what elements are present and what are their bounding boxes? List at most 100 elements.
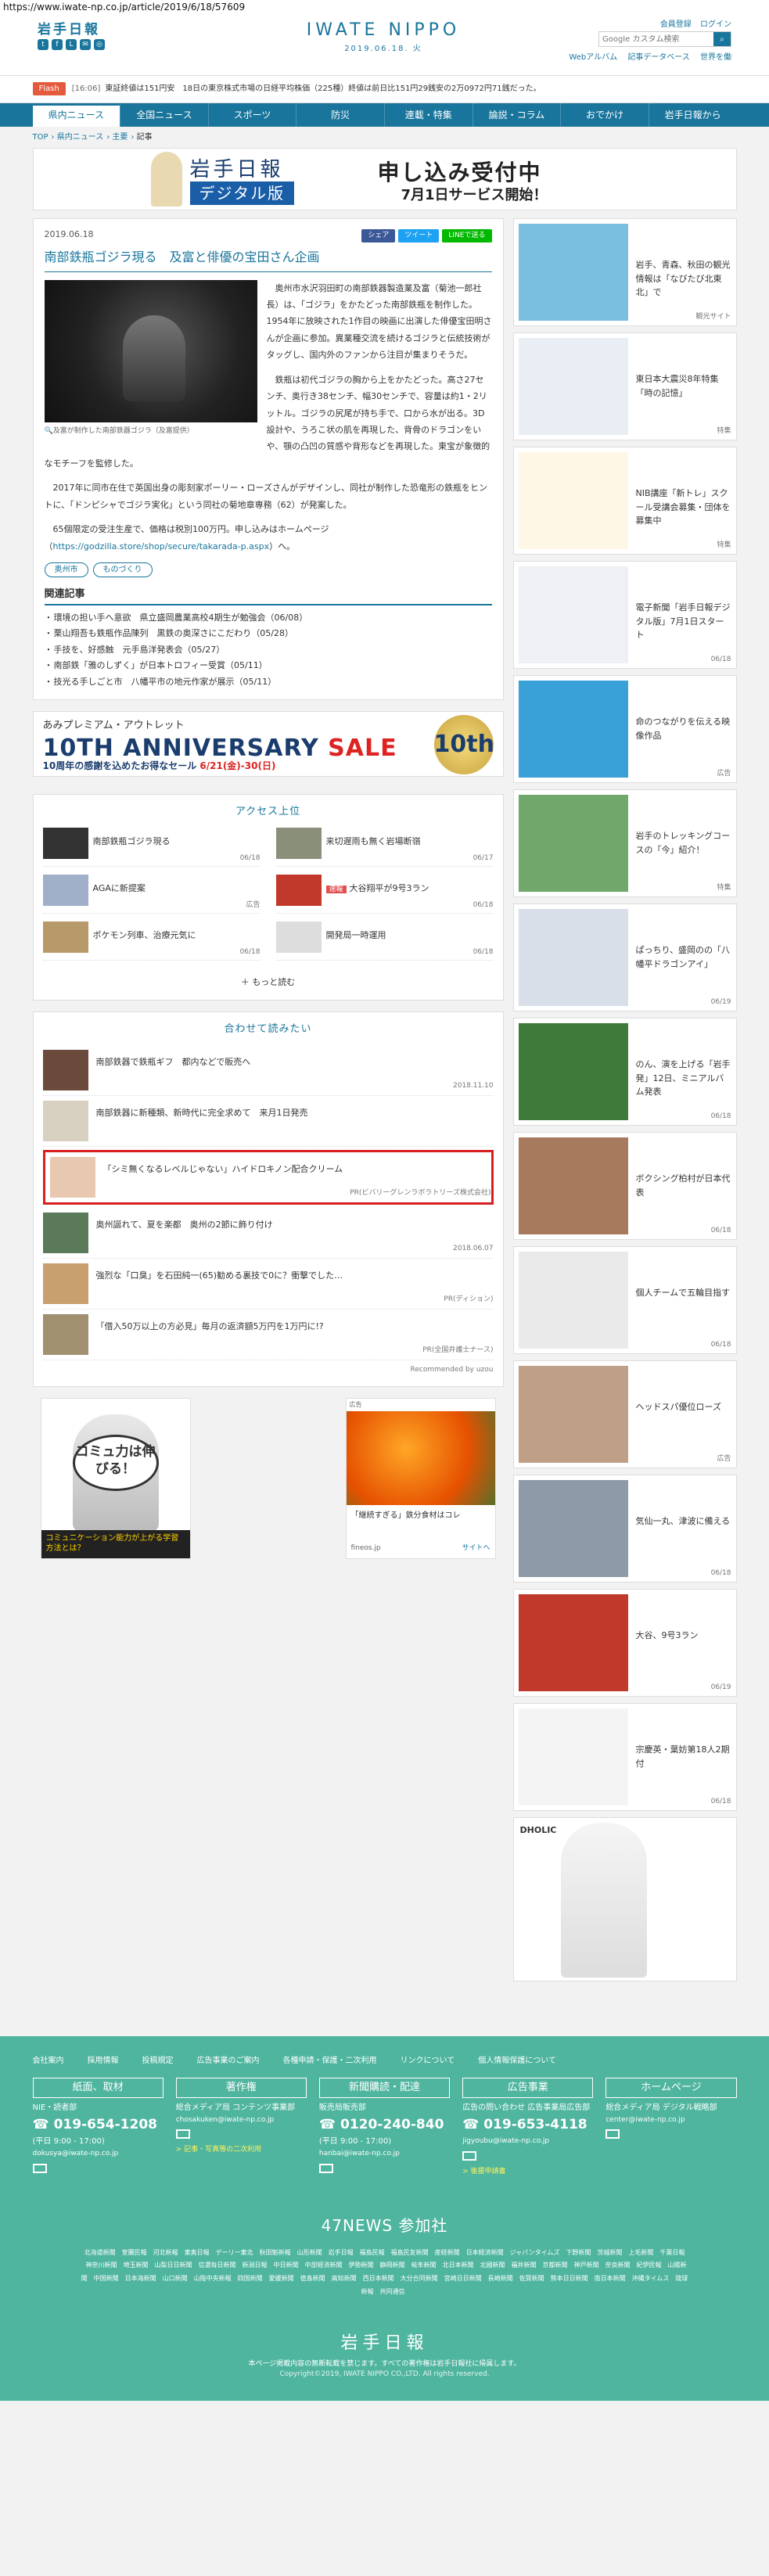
envelope-icon[interactable]	[32, 2163, 47, 2173]
news47-member[interactable]: 中国新聞	[94, 2275, 119, 2282]
food-ad[interactable]: 広告 「継続すぎる」鉄分食材はコレ fineos.jp サイトへ	[345, 1398, 496, 1560]
sidebar-item[interactable]: ぱっちり、盛岡のの「八幡平ドラゴンアイ」 06/19	[512, 904, 737, 1011]
sidebar-item[interactable]: 宗慶英・葉妨第18人2期付 06/18	[512, 1703, 737, 1811]
news47-member[interactable]: 佐賀新聞	[519, 2275, 544, 2282]
sidebar-item[interactable]: 電子新聞「岩手日報デジタル版」7月1日スタート 06/18	[512, 561, 737, 669]
footer-link[interactable]: 個人情報保護について	[478, 2055, 556, 2067]
fashion-ad[interactable]: DHOLIC	[512, 1817, 737, 1981]
news47-member[interactable]: 宮崎日日新聞	[444, 2275, 482, 2282]
flash-text[interactable]: 東証終値は151円安 18日の東京株式市場の日経平均株価（225種）終値は前日比…	[105, 83, 541, 95]
mail-icon[interactable]: ✉	[80, 39, 91, 50]
news47-member[interactable]: 東奥日報	[185, 2249, 210, 2256]
news47-member[interactable]: 産経新聞	[435, 2249, 460, 2256]
news47-member[interactable]: 山梨日日新聞	[155, 2262, 192, 2269]
news47-member[interactable]: 岐阜新聞	[411, 2262, 437, 2269]
footer-mail[interactable]: center@iwate-np.co.jp	[605, 2115, 736, 2126]
envelope-icon[interactable]	[318, 2163, 333, 2173]
access-item[interactable]: 開発局一時運用 06/18	[275, 921, 494, 961]
related-item[interactable]: 南部鉄「雅のしずく」が日本トロフィー受賞（05/11）	[45, 658, 492, 674]
news47-member[interactable]: 福島民報	[360, 2249, 385, 2256]
news47-member[interactable]: 日本経済新聞	[466, 2249, 504, 2256]
footer-tel[interactable]: ☎ 019-653-4118	[462, 2115, 593, 2136]
sidebar-item[interactable]: ヘッドスパ優位ローズ 広告	[512, 1360, 737, 1468]
news47-member[interactable]: 共同通信	[380, 2288, 405, 2295]
nav-item-column[interactable]: 論説・コラム	[473, 103, 562, 127]
more-button[interactable]: ＋ もっと読む	[34, 973, 503, 1001]
footer-link[interactable]: 採用情報	[88, 2055, 119, 2067]
news47-member[interactable]: 千葉日報	[659, 2249, 685, 2256]
footer-mail[interactable]: hanbai@iwate-np.co.jp	[319, 2149, 450, 2160]
sidebar-item[interactable]: 岩手、青森、秋田の観光情報は「なびたび北東北」で 観光サイト	[512, 218, 737, 326]
sidebar-item[interactable]: 個人チームで五輪目指す 06/18	[512, 1246, 737, 1354]
related-item[interactable]: 技光る手しごと市 八幡平市の地元作家が展示（05/11）	[45, 674, 492, 691]
footer-link[interactable]: 投稿規定	[142, 2055, 174, 2067]
news47-member[interactable]: 高知新聞	[332, 2275, 357, 2282]
reco-item[interactable]: 奥州誕れて、夏を楽都 奥州の2節に飾り付け 2018.06.07	[42, 1208, 494, 1259]
news47-member[interactable]: 茨城新聞	[597, 2249, 622, 2256]
nav-item-from-nippo[interactable]: 岩手日報から	[649, 103, 737, 127]
envelope-icon[interactable]	[605, 2129, 620, 2139]
news47-member[interactable]: 岩手日報	[329, 2249, 354, 2256]
related-item[interactable]: 手技を、好感触 元手島洋発表会（05/27）	[45, 642, 492, 659]
news47-member[interactable]: 山口新聞	[163, 2275, 188, 2282]
footer-mail[interactable]: chosakuken@iwate-np.co.jp	[176, 2115, 307, 2126]
news47-member[interactable]: 上毛新聞	[628, 2249, 653, 2256]
twitter-icon[interactable]: t	[38, 39, 49, 50]
nav-item-outing[interactable]: おでかけ	[561, 103, 649, 127]
facebook-share-button[interactable]: シェア	[361, 228, 396, 243]
related-item[interactable]: 環境の担い手へ意欲 県立盛岡農業高校4期生が勉強会（06/08）	[45, 610, 492, 627]
reco-item[interactable]: 強烈な「口臭」を石田純一(65)勧める裏技で0に？衝撃でした… PR(ディション…	[42, 1259, 494, 1310]
tag-oshu[interactable]: 奥州市	[44, 562, 88, 578]
line-share-button[interactable]: LINEで送る	[442, 228, 492, 243]
news47-member[interactable]: 中部経済新聞	[305, 2262, 343, 2269]
news47-member[interactable]: 山陰中央新報	[194, 2275, 232, 2282]
envelope-icon[interactable]	[462, 2150, 477, 2161]
news47-member[interactable]: 四国新聞	[238, 2275, 263, 2282]
sidebar-item[interactable]: 岩手のトレッキングコースの「今」紹介！ 特集	[512, 789, 737, 897]
footer-note-link[interactable]: > 後援申請書	[462, 2167, 593, 2178]
access-item[interactable]: 南部鉄瓶ゴジラ現る 06/18	[42, 827, 261, 867]
news47-member[interactable]: 中日新聞	[274, 2262, 299, 2269]
footer-tel[interactable]: ☎ 019-654-1208	[33, 2115, 164, 2136]
news47-member[interactable]: 神奈川新聞	[86, 2262, 117, 2269]
order-site-link[interactable]: https://godzilla.store/shop/secure/takar…	[53, 541, 270, 551]
envelope-icon[interactable]	[175, 2129, 190, 2139]
digital-edition-banner[interactable]: 岩手日報 デジタル版 申し込み受付中 7月1日サービス開始！	[32, 148, 737, 210]
news47-member[interactable]: 下野新聞	[566, 2249, 591, 2256]
nav-item-series[interactable]: 連載・特集	[385, 103, 473, 127]
sidebar-item[interactable]: 気仙一丸、津波に備える 06/18	[512, 1475, 737, 1583]
news47-member[interactable]: 徳島新聞	[300, 2275, 325, 2282]
breadcrumb-top[interactable]: TOP	[33, 133, 49, 142]
header-link-db[interactable]: 記事データベース	[627, 53, 690, 62]
news47-member[interactable]: 秋田魁新報	[260, 2249, 291, 2256]
site-logo[interactable]: 岩手日報	[38, 20, 100, 41]
footer-link[interactable]: 広告事業のご案内	[197, 2055, 260, 2067]
reco-item[interactable]: 南部鉄器で鉄瓶ギフ 都内などで販売へ 2018.11.10	[42, 1045, 494, 1096]
news47-member[interactable]: 京都新聞	[543, 2262, 568, 2269]
godzilla-kettle-image[interactable]	[44, 279, 257, 422]
news47-member[interactable]: 静岡新聞	[380, 2262, 405, 2269]
news47-member[interactable]: 信濃毎日新聞	[199, 2262, 236, 2269]
search-icon[interactable]: ⌕	[713, 32, 731, 46]
footer-tel[interactable]: ☎ 0120-240-840	[319, 2115, 450, 2136]
news47-member[interactable]: 北國新聞	[480, 2262, 505, 2269]
tweet-button[interactable]: ツイート	[398, 228, 440, 243]
footer-link[interactable]: 会社案内	[33, 2055, 64, 2067]
ad-site-link[interactable]: サイトへ	[462, 1543, 490, 1554]
header-link-world[interactable]: 世界を働	[700, 53, 731, 62]
footer-logo[interactable]: 岩手日報	[0, 2330, 769, 2356]
access-item[interactable]: ポケモン列車、治療元気に 06/18	[42, 921, 261, 961]
access-item[interactable]: 来切遅雨も無く岩場断嶺 06/17	[275, 827, 494, 867]
news47-member[interactable]: 熊本日日新聞	[551, 2275, 588, 2282]
sidebar-item[interactable]: 大谷、9号3ラン 06/19	[512, 1589, 737, 1697]
footer-mail[interactable]: dokusya@iwate-np.co.jp	[33, 2149, 164, 2160]
communication-ad[interactable]: コミュ力は伸びる！ コミュニケーション能力が上がる学習方法とは？	[40, 1398, 191, 1560]
sidebar-item[interactable]: ボクシング柏村が日本代表 06/18	[512, 1132, 737, 1240]
news47-member[interactable]: 大分合同新聞	[401, 2275, 438, 2282]
nav-item-disaster[interactable]: 防災	[296, 103, 385, 127]
sidebar-item[interactable]: 命のつながりを伝える映像作品 広告	[512, 675, 737, 783]
news47-member[interactable]: デーリー東北	[216, 2249, 253, 2256]
reco-item[interactable]: 南部鉄器に新種類、新時代に完全求めて 来月1日発売	[42, 1096, 494, 1147]
news47-member[interactable]: 長崎新聞	[488, 2275, 513, 2282]
news47-member[interactable]: 神戸新聞	[574, 2262, 599, 2269]
